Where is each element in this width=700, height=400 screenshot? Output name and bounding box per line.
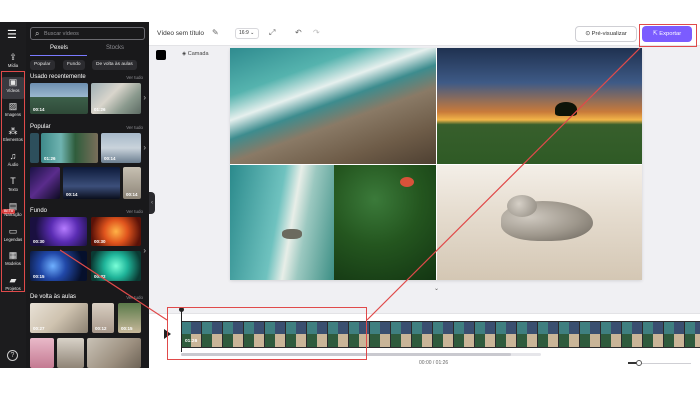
video-thumbnail[interactable]: 00:15: [30, 251, 87, 281]
preview-button[interactable]: ⊙ Pré-visualizar: [575, 26, 637, 42]
see-all-back-to-school[interactable]: Ver tudo: [126, 295, 143, 300]
timeline-frame-thumbnail: [622, 322, 642, 347]
see-all-popular[interactable]: Ver tudo: [126, 125, 143, 130]
timeline-frame-thumbnail: [391, 322, 411, 347]
timeline-frame-thumbnail: [559, 322, 579, 347]
timeline-frame-thumbnail: [538, 322, 558, 347]
collage-forest-canopy[interactable]: [334, 165, 436, 280]
collage-beach-aerial[interactable]: [230, 165, 334, 280]
background-color-swatch[interactable]: [156, 50, 166, 60]
project-title[interactable]: Vídeo sem título: [157, 30, 204, 37]
video-thumbnail[interactable]: 00:14: [123, 167, 141, 199]
chip-background[interactable]: Fundo: [63, 60, 85, 70]
rock-island: [282, 229, 302, 239]
video-thumbnail[interactable]: [30, 338, 54, 368]
top-bar: Vídeo sem título ✎ 16:9 ⌄ ⤢ ↶ ↷ ⊙ Pré-vi…: [149, 22, 700, 46]
see-all-background[interactable]: Ver tudo: [126, 209, 143, 214]
media-panel: ⌕ Buscar vídeos Pexels Stocks Popular Fu…: [26, 22, 149, 368]
timeline-frame-thumbnail: [454, 322, 474, 347]
section-title-recent: Usado recentemente: [30, 74, 86, 80]
hamburger-menu-icon[interactable]: ☰: [7, 30, 19, 41]
highlight-rail-frame: [1, 71, 25, 292]
video-thumbnail[interactable]: 00:14: [101, 133, 141, 163]
timeline-frame-thumbnail: [643, 322, 663, 347]
timeline-frame-thumbnail: [685, 322, 700, 347]
tab-stocks[interactable]: Stocks: [106, 45, 124, 51]
timeline-frame-thumbnail: [580, 322, 600, 347]
video-thumbnail[interactable]: [57, 338, 84, 368]
video-thumbnail[interactable]: 01:26: [41, 133, 98, 163]
section-title-background: Fundo: [30, 208, 48, 214]
search-placeholder: Buscar vídeos: [44, 31, 79, 37]
timeline-frame-thumbnail: [433, 322, 453, 347]
edit-pencil-icon[interactable]: ✎: [212, 28, 219, 38]
see-all-recent[interactable]: Ver tudo: [126, 75, 143, 80]
video-thumbnail[interactable]: 00:30: [30, 217, 87, 246]
section-title-popular: Popular: [30, 124, 51, 130]
video-thumbnail[interactable]: 00:14: [63, 167, 120, 199]
chevron-right-icon[interactable]: ›: [143, 144, 146, 152]
video-thumbnail[interactable]: 00:30: [91, 217, 141, 246]
tab-pexels[interactable]: Pexels: [50, 45, 68, 51]
undo-icon[interactable]: ↶: [295, 28, 302, 38]
timeline-frame-thumbnail: [496, 322, 516, 347]
video-thumbnail[interactable]: 00:15: [118, 303, 141, 333]
red-flowers: [400, 177, 414, 187]
help-icon[interactable]: ?: [7, 350, 18, 361]
collage-ocean-rocks[interactable]: [230, 48, 436, 164]
timeline-frame-thumbnail: [517, 322, 537, 347]
chevron-right-icon[interactable]: ›: [143, 247, 146, 255]
chevron-right-icon[interactable]: ›: [143, 94, 146, 102]
resize-icon[interactable]: ⤢: [269, 28, 275, 38]
video-thumbnail[interactable]: 00:12: [92, 303, 114, 333]
chevron-down-icon[interactable]: ⌄: [434, 285, 439, 292]
tree-silhouette: [555, 102, 577, 116]
play-circle-icon: ⊙: [585, 31, 591, 37]
video-thumbnail[interactable]: [30, 133, 39, 163]
zoom-slider-knob[interactable]: [636, 360, 642, 366]
upload-icon: ⇪: [9, 52, 17, 62]
highlight-export-frame: [639, 24, 697, 47]
search-input[interactable]: ⌕ Buscar vídeos: [30, 27, 145, 40]
timecode: 00:00 / 01:26: [419, 360, 449, 366]
collapse-panel-handle[interactable]: ‹: [149, 192, 155, 214]
collage-sunset-field[interactable]: [437, 48, 642, 164]
collage-seal-beach[interactable]: [437, 165, 642, 280]
timeline-frame-thumbnail: [601, 322, 621, 347]
video-thumbnail[interactable]: 00:32: [91, 251, 141, 281]
video-canvas[interactable]: [230, 48, 642, 280]
active-tab-underline: [30, 55, 87, 56]
section-title-back-to-school: De volta às aulas: [30, 294, 77, 300]
timeline-frame-thumbnail: [370, 322, 390, 347]
video-thumbnail[interactable]: [30, 167, 60, 199]
redo-icon[interactable]: ↷: [313, 28, 320, 38]
video-thumbnail[interactable]: [87, 338, 141, 368]
timeline-frame-thumbnail: [664, 322, 684, 347]
aspect-ratio-select[interactable]: 16:9 ⌄: [235, 28, 259, 39]
seal-head: [507, 195, 537, 217]
highlight-timeline-frame: [167, 307, 367, 360]
video-thumbnail[interactable]: 00:14: [30, 83, 88, 114]
timeline-frame-thumbnail: [475, 322, 495, 347]
layers-icon: ◈: [182, 51, 187, 57]
video-thumbnail[interactable]: 01:26: [91, 83, 141, 114]
video-thumbnail[interactable]: 00:27: [30, 303, 88, 333]
chip-popular[interactable]: Popular: [30, 60, 55, 70]
layer-button[interactable]: ◈ Camada: [182, 51, 209, 57]
search-icon: ⌕: [35, 29, 40, 38]
chip-back-to-school[interactable]: De volta às aulas: [92, 60, 137, 70]
timeline-frame-thumbnail: [412, 322, 432, 347]
